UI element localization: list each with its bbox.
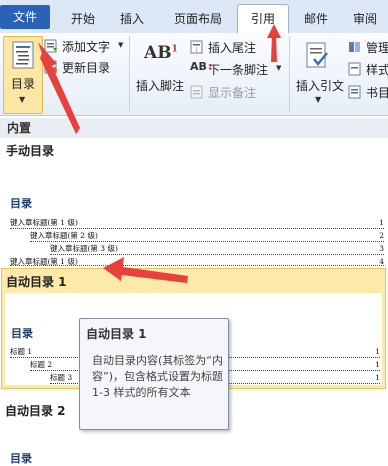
- annotation-arrow: [103, 257, 124, 281]
- annotation-arrows: [38, 24, 281, 283]
- annotation-arrow: [38, 42, 57, 66]
- annotation-arrow: [267, 24, 281, 38]
- annotation-arrow: [114, 266, 188, 283]
- annotation-arrow: [271, 34, 277, 62]
